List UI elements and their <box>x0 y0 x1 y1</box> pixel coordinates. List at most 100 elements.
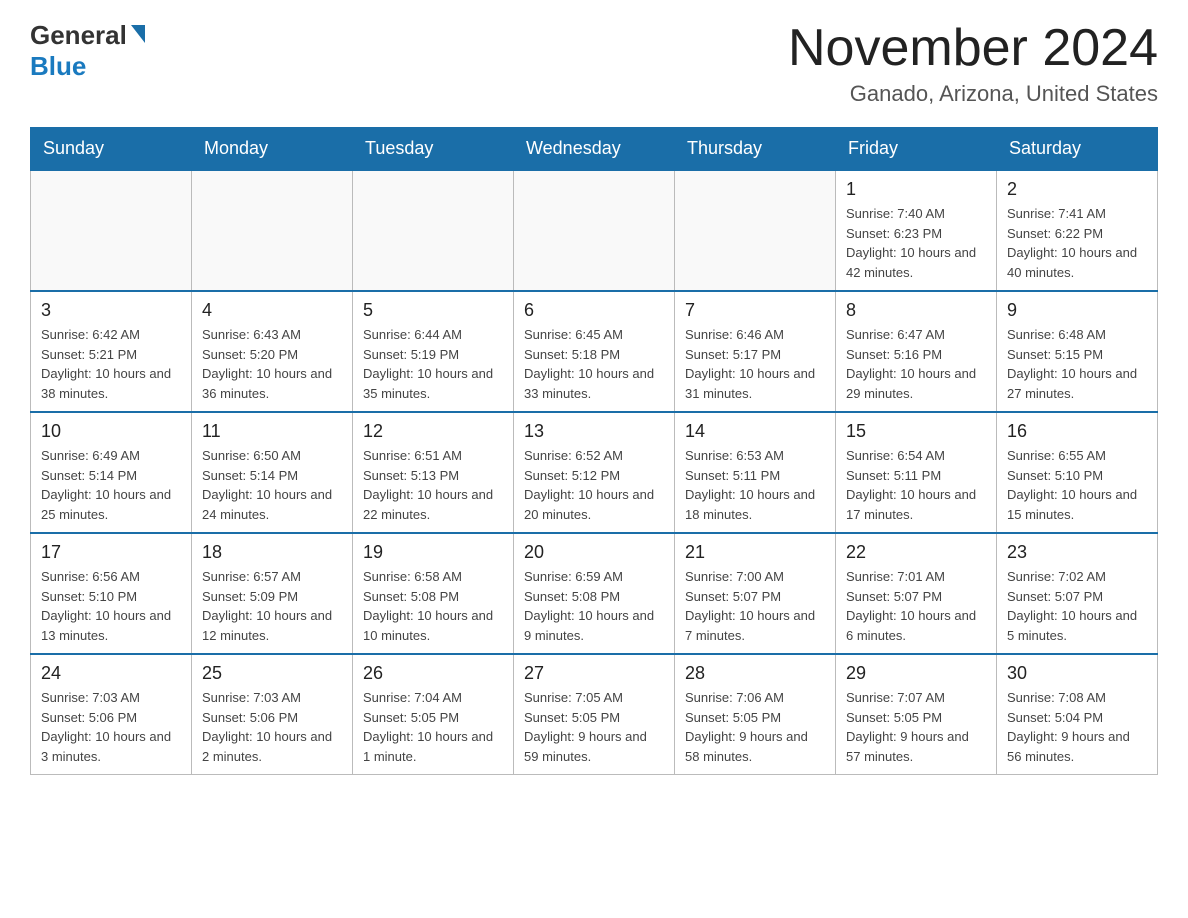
day-number: 4 <box>202 300 342 321</box>
col-sunday: Sunday <box>31 128 192 171</box>
day-number: 21 <box>685 542 825 563</box>
day-number: 13 <box>524 421 664 442</box>
col-friday: Friday <box>836 128 997 171</box>
day-info: Sunrise: 7:06 AMSunset: 5:05 PMDaylight:… <box>685 688 825 766</box>
day-cell-w1-d0: 3Sunrise: 6:42 AMSunset: 5:21 PMDaylight… <box>31 291 192 412</box>
calendar-table: Sunday Monday Tuesday Wednesday Thursday… <box>30 127 1158 775</box>
day-number: 12 <box>363 421 503 442</box>
day-number: 15 <box>846 421 986 442</box>
day-cell-w3-d6: 23Sunrise: 7:02 AMSunset: 5:07 PMDayligh… <box>997 533 1158 654</box>
day-cell-w4-d4: 28 Sunrise: 7:06 AMSunset: 5:05 PMDayligh… <box>675 654 836 775</box>
col-thursday: Thursday <box>675 128 836 171</box>
day-number: 28 <box>685 663 825 684</box>
day-number: 22 <box>846 542 986 563</box>
day-cell-w3-d4: 21Sunrise: 7:00 AMSunset: 5:07 PMDayligh… <box>675 533 836 654</box>
day-cell-w1-d3: 6 Sunrise: 6:45 AMSunset: 5:18 PMDaylight… <box>514 291 675 412</box>
day-number: 23 <box>1007 542 1147 563</box>
weekday-header-row: Sunday Monday Tuesday Wednesday Thursday… <box>31 128 1158 171</box>
day-number: 30 <box>1007 663 1147 684</box>
day-number: 27 <box>524 663 664 684</box>
logo-general-text: General <box>30 20 127 51</box>
day-info: Sunrise: 7:01 AMSunset: 5:07 PMDaylight:… <box>846 567 986 645</box>
day-info: Sunrise: 6:53 AMSunset: 5:11 PMDaylight:… <box>685 446 825 524</box>
day-info: Sunrise: 6:47 AMSunset: 5:16 PMDaylight:… <box>846 325 986 403</box>
day-number: 6 <box>524 300 664 321</box>
day-info: Sunrise: 7:08 AMSunset: 5:04 PMDaylight:… <box>1007 688 1147 766</box>
week-row-0: 1Sunrise: 7:40 AMSunset: 6:23 PMDaylight… <box>31 170 1158 291</box>
day-cell-w0-d6: 2Sunrise: 7:41 AMSunset: 6:22 PMDaylight… <box>997 170 1158 291</box>
day-cell-w4-d1: 25 Sunrise: 7:03 AMSunset: 5:06 PMDayligh… <box>192 654 353 775</box>
logo-top: General <box>30 20 145 51</box>
week-row-1: 3Sunrise: 6:42 AMSunset: 5:21 PMDaylight… <box>31 291 1158 412</box>
day-number: 26 <box>363 663 503 684</box>
day-cell-w2-d3: 13 Sunrise: 6:52 AMSunset: 5:12 PMDayligh… <box>514 412 675 533</box>
day-number: 5 <box>363 300 503 321</box>
day-cell-w4-d3: 27 Sunrise: 7:05 AMSunset: 5:05 PMDayligh… <box>514 654 675 775</box>
day-info: Sunrise: 6:56 AMSunset: 5:10 PMDaylight:… <box>41 567 181 645</box>
week-row-4: 24 Sunrise: 7:03 AMSunset: 5:06 PMDayligh… <box>31 654 1158 775</box>
day-cell-w3-d0: 17Sunrise: 6:56 AMSunset: 5:10 PMDayligh… <box>31 533 192 654</box>
day-info: Sunrise: 6:45 AMSunset: 5:18 PMDaylight:… <box>524 325 664 403</box>
day-info: Sunrise: 7:03 AMSunset: 5:06 PMDaylight:… <box>202 688 342 766</box>
day-cell-w3-d2: 19 Sunrise: 6:58 AMSunset: 5:08 PMDayligh… <box>353 533 514 654</box>
day-info: Sunrise: 6:44 AMSunset: 5:19 PMDaylight:… <box>363 325 503 403</box>
day-number: 14 <box>685 421 825 442</box>
day-cell-w4-d2: 26 Sunrise: 7:04 AMSunset: 5:05 PMDayligh… <box>353 654 514 775</box>
col-monday: Monday <box>192 128 353 171</box>
col-saturday: Saturday <box>997 128 1158 171</box>
day-number: 24 <box>41 663 181 684</box>
day-info: Sunrise: 7:05 AMSunset: 5:05 PMDaylight:… <box>524 688 664 766</box>
day-number: 20 <box>524 542 664 563</box>
day-number: 7 <box>685 300 825 321</box>
day-cell-w2-d2: 12Sunrise: 6:51 AMSunset: 5:13 PMDayligh… <box>353 412 514 533</box>
page-title: November 2024 <box>788 20 1158 77</box>
day-number: 2 <box>1007 179 1147 200</box>
day-number: 25 <box>202 663 342 684</box>
day-info: Sunrise: 7:40 AMSunset: 6:23 PMDaylight:… <box>846 204 986 282</box>
day-number: 8 <box>846 300 986 321</box>
day-cell-w2-d4: 14 Sunrise: 6:53 AMSunset: 5:11 PMDayligh… <box>675 412 836 533</box>
day-cell-w0-d0 <box>31 170 192 291</box>
day-number: 10 <box>41 421 181 442</box>
day-info: Sunrise: 7:07 AMSunset: 5:05 PMDaylight:… <box>846 688 986 766</box>
week-row-2: 10 Sunrise: 6:49 AMSunset: 5:14 PMDayligh… <box>31 412 1158 533</box>
day-cell-w2-d5: 15 Sunrise: 6:54 AMSunset: 5:11 PMDayligh… <box>836 412 997 533</box>
day-number: 29 <box>846 663 986 684</box>
day-number: 9 <box>1007 300 1147 321</box>
week-row-3: 17Sunrise: 6:56 AMSunset: 5:10 PMDayligh… <box>31 533 1158 654</box>
day-cell-w4-d0: 24Sunrise: 7:03 AMSunset: 5:06 PMDayligh… <box>31 654 192 775</box>
day-info: Sunrise: 6:42 AMSunset: 5:21 PMDaylight:… <box>41 325 181 403</box>
day-number: 19 <box>363 542 503 563</box>
day-cell-w2-d1: 11Sunrise: 6:50 AMSunset: 5:14 PMDayligh… <box>192 412 353 533</box>
day-cell-w4-d5: 29 Sunrise: 7:07 AMSunset: 5:05 PMDayligh… <box>836 654 997 775</box>
logo-arrow-icon <box>131 25 145 43</box>
title-area: November 2024 Ganado, Arizona, United St… <box>788 20 1158 107</box>
day-cell-w2-d0: 10 Sunrise: 6:49 AMSunset: 5:14 PMDayligh… <box>31 412 192 533</box>
day-cell-w1-d2: 5 Sunrise: 6:44 AMSunset: 5:19 PMDaylight… <box>353 291 514 412</box>
day-info: Sunrise: 6:58 AMSunset: 5:08 PMDaylight:… <box>363 567 503 645</box>
day-number: 18 <box>202 542 342 563</box>
day-cell-w3-d1: 18 Sunrise: 6:57 AMSunset: 5:09 PMDayligh… <box>192 533 353 654</box>
day-cell-w4-d6: 30 Sunrise: 7:08 AMSunset: 5:04 PMDayligh… <box>997 654 1158 775</box>
day-cell-w0-d1 <box>192 170 353 291</box>
day-info: Sunrise: 6:49 AMSunset: 5:14 PMDaylight:… <box>41 446 181 524</box>
page-subtitle: Ganado, Arizona, United States <box>788 81 1158 107</box>
day-info: Sunrise: 6:57 AMSunset: 5:09 PMDaylight:… <box>202 567 342 645</box>
day-info: Sunrise: 6:54 AMSunset: 5:11 PMDaylight:… <box>846 446 986 524</box>
day-number: 11 <box>202 421 342 442</box>
day-cell-w1-d1: 4Sunrise: 6:43 AMSunset: 5:20 PMDaylight… <box>192 291 353 412</box>
logo-blue-text: Blue <box>30 51 86 82</box>
day-cell-w1-d4: 7Sunrise: 6:46 AMSunset: 5:17 PMDaylight… <box>675 291 836 412</box>
day-cell-w1-d5: 8 Sunrise: 6:47 AMSunset: 5:16 PMDaylight… <box>836 291 997 412</box>
day-number: 16 <box>1007 421 1147 442</box>
day-info: Sunrise: 6:48 AMSunset: 5:15 PMDaylight:… <box>1007 325 1147 403</box>
page-header: General Blue November 2024 Ganado, Arizo… <box>30 20 1158 107</box>
day-info: Sunrise: 7:04 AMSunset: 5:05 PMDaylight:… <box>363 688 503 766</box>
day-cell-w3-d5: 22 Sunrise: 7:01 AMSunset: 5:07 PMDayligh… <box>836 533 997 654</box>
day-info: Sunrise: 6:55 AMSunset: 5:10 PMDaylight:… <box>1007 446 1147 524</box>
col-tuesday: Tuesday <box>353 128 514 171</box>
day-cell-w0-d5: 1Sunrise: 7:40 AMSunset: 6:23 PMDaylight… <box>836 170 997 291</box>
day-cell-w2-d6: 16 Sunrise: 6:55 AMSunset: 5:10 PMDayligh… <box>997 412 1158 533</box>
day-info: Sunrise: 6:52 AMSunset: 5:12 PMDaylight:… <box>524 446 664 524</box>
day-info: Sunrise: 6:59 AMSunset: 5:08 PMDaylight:… <box>524 567 664 645</box>
